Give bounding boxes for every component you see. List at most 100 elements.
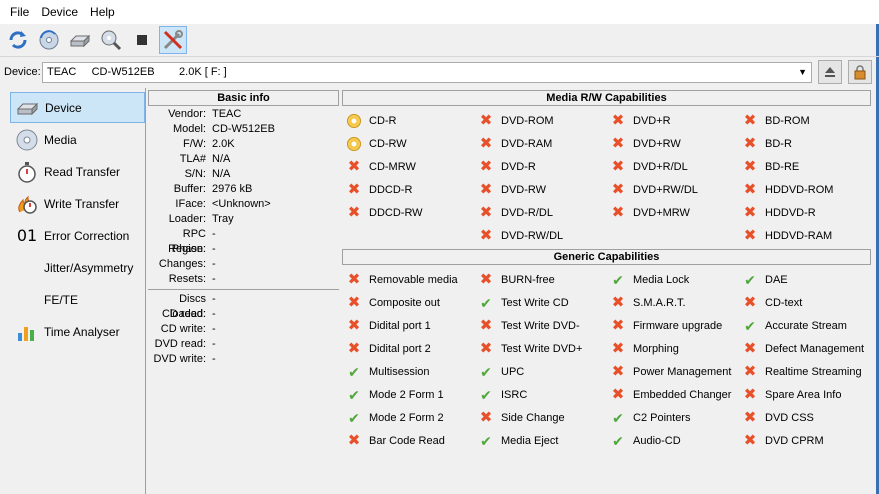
info-value: - — [212, 308, 216, 320]
stop-button[interactable] — [128, 26, 156, 54]
device-select[interactable]: TEAC CD-W512EB 2.0K [ F: ] ▼ — [42, 61, 812, 83]
disc-scan-button[interactable] — [97, 26, 125, 54]
info-key: Changes: — [158, 258, 206, 270]
check-icon: ✔ — [480, 386, 492, 403]
capability-dvd-rom: ✖ DVD-ROM — [474, 109, 606, 132]
cross-icon: ✖ — [479, 181, 493, 198]
cross-icon: ✖ — [611, 135, 625, 152]
cross-icon: ✖ — [743, 181, 757, 198]
info-key: IFace: — [175, 198, 206, 210]
sidebar-item-media[interactable]: Media — [10, 124, 145, 155]
eject-button[interactable] — [818, 60, 842, 84]
capability-test-write-dvd: ✖ Test Write DVD- — [474, 314, 606, 337]
refresh-button[interactable] — [4, 26, 32, 54]
capability-cd-text: ✖ CD-text — [738, 291, 871, 314]
cross-icon: ✖ — [611, 363, 625, 380]
cross-icon: ✖ — [347, 204, 361, 221]
cross-icon: ✖ — [611, 112, 625, 129]
info-row-region: Region: - — [148, 242, 339, 257]
info-value: TEAC — [212, 108, 242, 120]
capability-power-management: ✖ Power Management — [606, 360, 738, 383]
sidebar-item-write-transfer[interactable]: Write Transfer — [10, 188, 145, 219]
capability-dvd-mrw: ✖ DVD+MRW — [606, 201, 738, 224]
capability-label: Power Management — [633, 365, 732, 378]
capability-dvd-css: ✖ DVD CSS — [738, 406, 871, 429]
info-value: - — [212, 338, 216, 350]
sidebar-item-fe-te[interactable]: FE/TE — [10, 284, 145, 315]
info-row-loader: Loader: Tray — [148, 212, 339, 227]
capability-dvd-cprm: ✖ DVD CPRM — [738, 429, 871, 452]
menu-help[interactable]: Help — [84, 5, 121, 19]
capability-media-eject: ✔ Media Eject — [474, 429, 606, 452]
cross-icon: ✖ — [479, 271, 493, 288]
capability-label: Firmware upgrade — [633, 319, 723, 332]
capability-label: CD-R — [369, 114, 397, 127]
info-value: 2.0K — [212, 138, 235, 150]
capability-cd-r: CD-R — [342, 109, 474, 132]
capability-multisession: ✔ Multisession — [342, 360, 474, 383]
check-icon: ✔ — [612, 409, 624, 426]
capability-dvd-rw: ✖ DVD+RW — [606, 132, 738, 155]
sidebar-item-jitter-asymmetry[interactable]: Jitter/Asymmetry — [10, 252, 145, 283]
capability-label: Media Lock — [633, 273, 690, 286]
drive-button[interactable] — [66, 26, 94, 54]
lock-button[interactable] — [848, 60, 872, 84]
capability-bd-rom: ✖ BD-ROM — [738, 109, 871, 132]
info-key: DVD write: — [153, 353, 206, 365]
generic-grid: ✖ Removable media ✖ BURN-free ✔ Media Lock ✔ DA… — [342, 268, 871, 452]
capability-label: UPC — [501, 365, 525, 378]
sidebar-divider — [145, 88, 146, 494]
cross-icon: ✖ — [347, 181, 361, 198]
cross-icon: ✖ — [743, 340, 757, 357]
info-row-s-n: S/N: N/A — [148, 167, 339, 182]
capability-label: BD-R — [765, 137, 792, 150]
basic-info-panel: Basic info Vendor: TEAC Model: CD-W512EB F/W… — [148, 90, 339, 494]
sidebar-item-label: Read Transfer — [44, 164, 121, 179]
toolbar — [0, 24, 879, 57]
capability-label: Removable media — [369, 273, 458, 286]
capability-label: Multisession — [369, 365, 430, 378]
capability-label: DVD-RW/DL — [501, 229, 564, 242]
cross-icon: ✖ — [479, 227, 493, 244]
capability-label: Composite out — [369, 296, 440, 309]
stopwatch-flame-icon — [14, 192, 40, 216]
capability-dvd-rw-dl: ✖ DVD-RW/DL — [474, 224, 606, 247]
capability-dae: ✔ DAE — [738, 268, 871, 291]
sidebar-item-label: Time Analyser — [44, 324, 120, 339]
tools-icon — [163, 30, 183, 50]
info-value: - — [212, 258, 216, 270]
cross-icon: ✖ — [611, 158, 625, 175]
sidebar-item-error-correction[interactable]: 01 Error Correction — [10, 220, 145, 251]
menu-device[interactable]: Device — [35, 5, 84, 19]
capability-didital-port-2: ✖ Didital port 2 — [342, 337, 474, 360]
sidebar-item-time-analyser[interactable]: Time Analyser — [10, 316, 145, 347]
capability-burn-free: ✖ BURN-free — [474, 268, 606, 291]
drive-icon — [69, 34, 91, 48]
capability-label: S.M.A.R.T. — [633, 296, 686, 309]
capability-test-write-cd: ✔ Test Write CD — [474, 291, 606, 314]
tools-button[interactable] — [159, 26, 187, 54]
sidebar-item-read-transfer[interactable]: Read Transfer — [10, 156, 145, 187]
check-icon: ✔ — [612, 432, 624, 449]
info-row-f-w: F/W: 2.0K — [148, 137, 339, 152]
cross-icon: ✖ — [743, 158, 757, 175]
chevron-down-icon: ▼ — [798, 66, 807, 77]
capability-isrc: ✔ ISRC — [474, 383, 606, 406]
capability-embedded-changer: ✖ Embedded Changer — [606, 383, 738, 406]
info-value: <Unknown> — [212, 198, 271, 210]
cross-icon: ✖ — [347, 317, 361, 334]
capability-label: DDCD-R — [369, 183, 413, 196]
capabilities-panel: Media R/W Capabilities CD-R ✖ DVD-ROM ✖ DVD+… — [342, 90, 871, 452]
sidebar-item-device[interactable]: Device — [10, 92, 145, 123]
menu-file[interactable]: File — [4, 5, 35, 19]
disc-refresh-button[interactable] — [35, 26, 63, 54]
cross-icon: ✖ — [611, 340, 625, 357]
capability-media-lock: ✔ Media Lock — [606, 268, 738, 291]
media-rw-grid: CD-R ✖ DVD-ROM ✖ DVD+R ✖ BD-ROM CD-RW ✖ DVD-RAM ✖ D… — [342, 109, 871, 247]
info-key: CD read: — [161, 308, 206, 320]
capability-label: DVD+R — [633, 114, 671, 127]
capability-label: DVD CPRM — [765, 434, 824, 447]
capability-label: Audio-CD — [633, 434, 681, 447]
info-row-cd-read: CD read: - — [148, 307, 339, 322]
check-icon: ✔ — [480, 294, 492, 311]
